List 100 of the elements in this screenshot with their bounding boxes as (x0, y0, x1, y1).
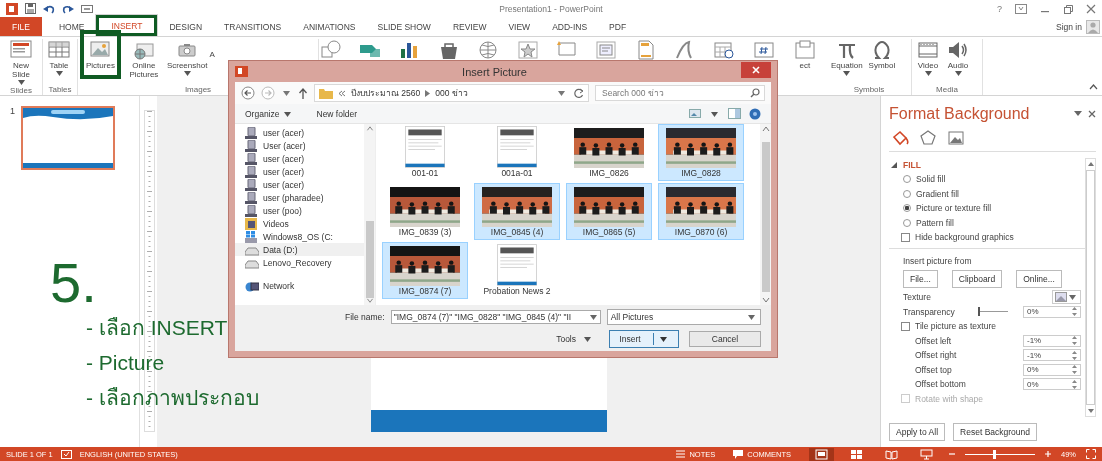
spinner-arrows-icon[interactable] (1072, 365, 1077, 375)
checkbox[interactable] (901, 232, 910, 242)
help-icon[interactable] (749, 107, 761, 120)
zoom-out-icon[interactable] (949, 451, 955, 457)
ribbon-command[interactable]: Table (45, 39, 73, 76)
nav-item[interactable]: Windows8_OS (C: (235, 230, 364, 243)
ribbon-command[interactable]: Pictures (80, 30, 121, 79)
collapse-ribbon-icon[interactable] (1089, 84, 1098, 90)
ribbon-command[interactable]: New Slide (2, 39, 40, 85)
tools-button[interactable]: Tools (556, 333, 593, 344)
file-type-dropdown[interactable]: All Pictures (606, 308, 761, 325)
touch-mode-icon[interactable] (81, 3, 93, 14)
ribbon-tab[interactable]: VIEW (497, 17, 542, 36)
up-arrow-icon[interactable] (298, 87, 308, 99)
ribbon-tab[interactable]: INSERT (95, 14, 159, 36)
ribbon-tab[interactable]: TRANSITIONS (213, 17, 293, 36)
scrollbar-thumb[interactable] (365, 221, 374, 298)
search-field[interactable]: Search 000 ข่าว (595, 85, 765, 101)
file-item[interactable]: IMG_0874 (7) (382, 242, 468, 299)
account-avatar-icon[interactable] (1086, 19, 1100, 34)
spinner-arrows-icon[interactable] (1072, 379, 1077, 389)
calendar-icon[interactable] (712, 39, 737, 61)
redo-icon[interactable] (62, 3, 74, 14)
sign-in-link[interactable]: Sign in (1056, 21, 1082, 32)
nav-item[interactable]: Videos (235, 217, 364, 230)
ribbon-command[interactable]: Video (914, 39, 942, 76)
scroll-down-icon[interactable] (365, 297, 374, 303)
ribbon-tab[interactable]: SLIDE SHOW (366, 17, 442, 36)
toolbar-button[interactable]: Organize (245, 108, 293, 119)
scroll-down-icon[interactable] (1086, 408, 1095, 414)
file-item[interactable]: IMG_0839 (3) (382, 183, 468, 240)
view-button[interactable] (809, 447, 834, 461)
fit-to-window-icon[interactable] (1086, 449, 1096, 459)
shapes-icon[interactable] (319, 39, 343, 61)
nav-item[interactable]: Data (D:) (235, 243, 364, 256)
panel-options-icon[interactable] (1074, 111, 1082, 117)
radio-button[interactable] (903, 189, 911, 198)
pentagon-tab[interactable] (919, 129, 937, 147)
spinner-arrows-icon[interactable] (1072, 307, 1077, 317)
zoom-in-icon[interactable] (1045, 451, 1051, 457)
ribbon-command[interactable]: Symbol (866, 39, 898, 70)
nav-item[interactable]: Lenovo_Recovery (235, 256, 364, 269)
text-box-icon[interactable] (594, 39, 619, 61)
refresh-icon[interactable] (573, 87, 584, 99)
back-icon[interactable] (241, 86, 255, 100)
source-button[interactable]: Online... (1016, 270, 1062, 288)
transparency-field[interactable]: 0% (1023, 305, 1081, 318)
help-button[interactable]: ? (997, 3, 1002, 14)
nav-item[interactable]: user (acer) (235, 165, 364, 178)
file-item[interactable]: Probation News 2 (474, 242, 560, 299)
panel-button[interactable]: Apply to All (889, 423, 946, 441)
offset-field[interactable]: -1% (1023, 349, 1081, 362)
ribbon-command[interactable]: ect (790, 39, 819, 70)
breadcrumb[interactable]: 000 ข่าว (435, 86, 468, 100)
close-icon[interactable] (1088, 110, 1096, 118)
undo-icon[interactable] (43, 3, 55, 14)
file-tab[interactable]: FILE (0, 17, 42, 36)
file-item[interactable]: IMG_0870 (6) (658, 183, 744, 240)
nav-item[interactable]: user (pharadee) (235, 191, 364, 204)
radio-button[interactable] (903, 218, 911, 227)
source-button[interactable]: Clipboard (951, 270, 1003, 288)
toolbar-button[interactable]: New folder (316, 108, 358, 119)
checkbox[interactable] (901, 321, 910, 331)
nav-item[interactable]: user (poo) (235, 204, 364, 217)
file-item[interactable]: 001a-01 (474, 124, 560, 181)
ribbon-tab[interactable]: ANIMATIONS (292, 17, 367, 36)
slide-number-icon[interactable] (751, 39, 776, 61)
ribbon-display-icon[interactable] (1015, 3, 1027, 14)
close-button[interactable] (741, 61, 771, 78)
restore-icon[interactable] (1063, 3, 1073, 14)
file-item[interactable]: IMG_0826 (566, 124, 652, 181)
ribbon-command[interactable]: Screenshot (166, 39, 208, 76)
file-item[interactable]: 001-01 (382, 124, 468, 181)
scrollbar[interactable] (364, 124, 375, 305)
save-icon[interactable] (25, 3, 36, 14)
nav-item[interactable]: user (acer) (235, 152, 364, 165)
image-tab[interactable] (947, 129, 965, 147)
file-item[interactable]: IMG_0845 (4) (474, 183, 560, 240)
texture-dropdown[interactable] (1052, 290, 1081, 305)
offset-field[interactable]: 0% (1023, 363, 1081, 376)
address-bar[interactable]: ปีงบประมาณ 2560 000 ข่าว (314, 84, 589, 102)
spinner-arrows-icon[interactable] (1072, 336, 1077, 346)
spinner-arrows-icon[interactable] (1072, 350, 1077, 360)
file-item[interactable]: IMG_0865 (5) (566, 183, 652, 240)
scroll-up-icon[interactable] (761, 126, 770, 132)
nav-item[interactable]: Network (235, 279, 364, 292)
ribbon-tab[interactable]: DESIGN (158, 17, 214, 36)
nav-item[interactable]: user (acer) (235, 126, 364, 139)
ribbon-command[interactable]: Online Pictures (122, 39, 165, 79)
source-button[interactable]: File... (903, 270, 938, 288)
nav-item[interactable]: user (acer) (235, 178, 364, 191)
scroll-up-icon[interactable] (1086, 161, 1095, 167)
scrollbar[interactable] (1085, 158, 1096, 417)
panel-button[interactable]: Reset Background (953, 423, 1037, 441)
scrollbar-thumb[interactable] (1086, 170, 1095, 405)
ribbon-tab[interactable]: REVIEW (441, 17, 498, 36)
offset-field[interactable]: -1% (1023, 334, 1081, 347)
insert-button[interactable]: Insert (609, 329, 679, 348)
scroll-up-icon[interactable] (365, 126, 374, 132)
slider-thumb[interactable] (993, 449, 996, 459)
